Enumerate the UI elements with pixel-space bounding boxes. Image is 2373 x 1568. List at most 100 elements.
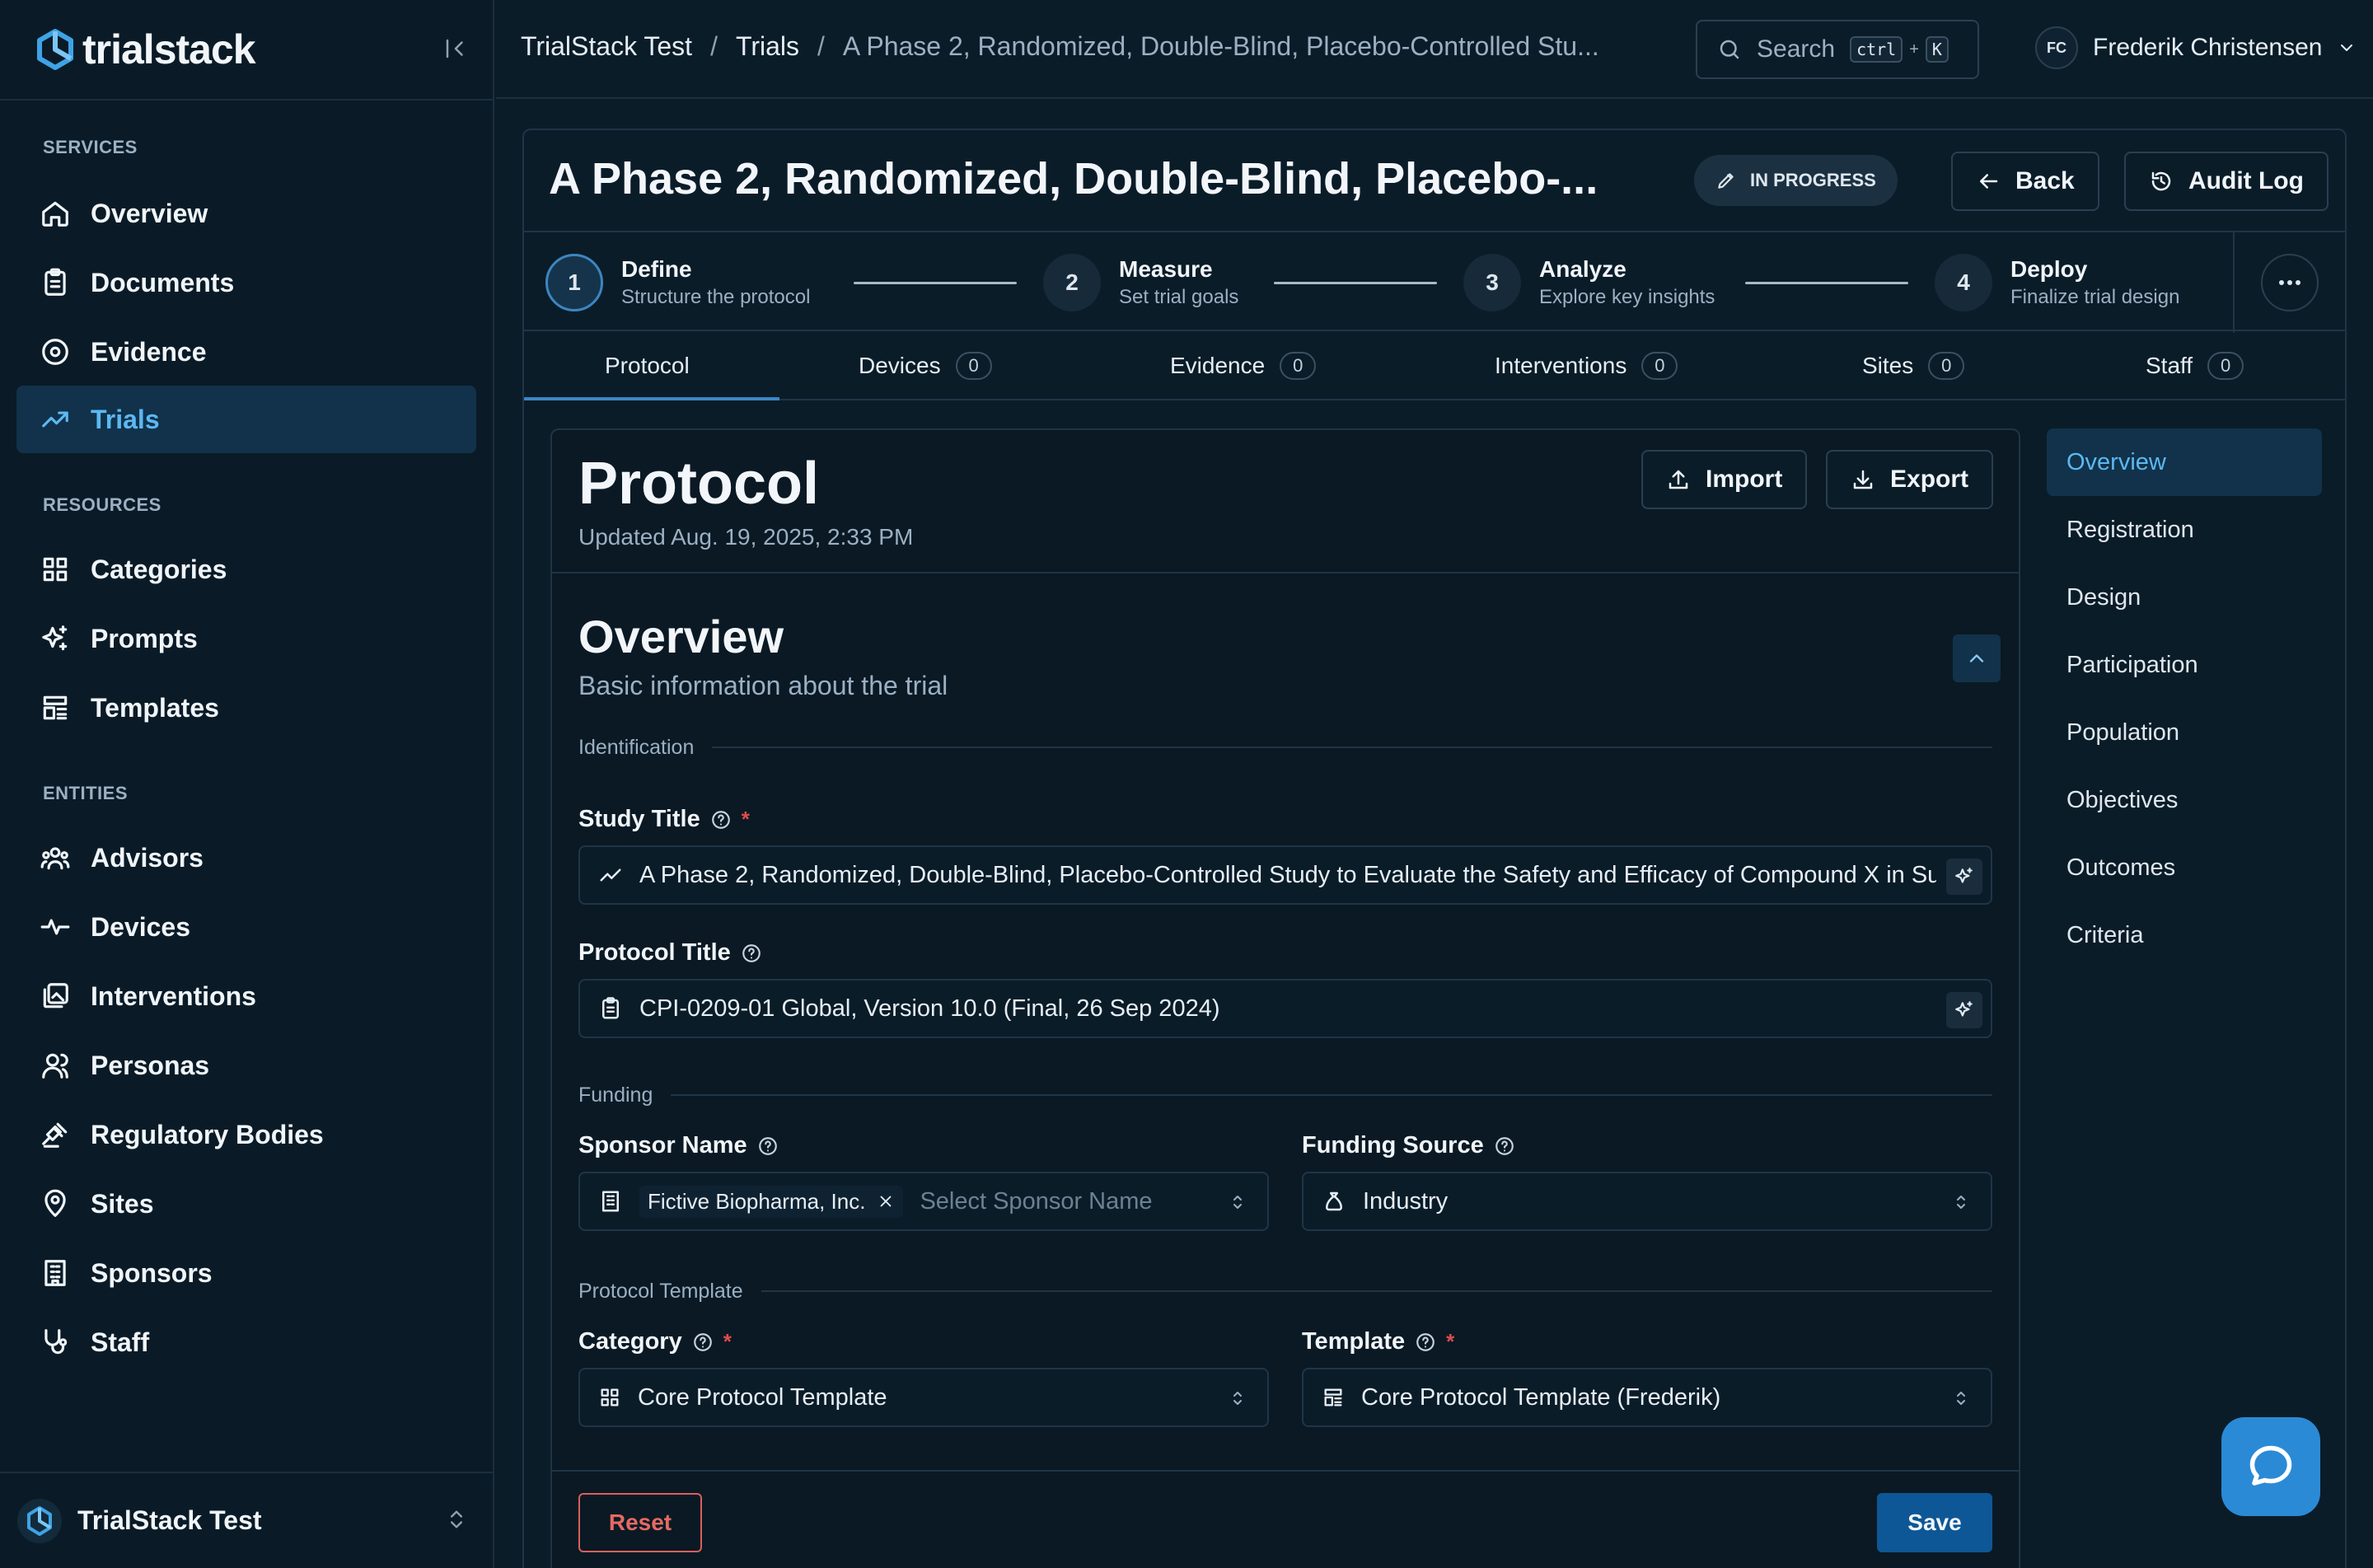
user-menu[interactable]: FC Frederik Christensen <box>2035 26 2357 69</box>
sidebar-item-label: Documents <box>91 267 235 297</box>
group-funding: Funding <box>578 1083 1992 1107</box>
toc-item-overview[interactable]: Overview <box>2047 428 2322 496</box>
tab-staff[interactable]: Staff 0 <box>2146 331 2244 400</box>
tab-label: Interventions <box>1495 353 1627 378</box>
toc-item-population[interactable]: Population <box>2047 699 2322 766</box>
sidebar-item-label: Regulatory Bodies <box>91 1119 324 1149</box>
sidebar-item-interventions[interactable]: Interventions <box>16 962 476 1030</box>
field-label: Category <box>578 1328 682 1355</box>
export-button[interactable]: Export <box>1826 450 1994 509</box>
group-label: Protocol Template <box>578 1279 743 1303</box>
section-title-resources: RESOURCES <box>43 494 161 515</box>
import-button[interactable]: Import <box>1641 450 1808 509</box>
breadcrumb: TrialStack Test / Trials / A Phase 2, Ra… <box>521 31 1599 62</box>
sidebar-item-label: Devices <box>91 911 190 942</box>
breadcrumb-trials[interactable]: Trials <box>736 31 799 62</box>
updated-timestamp: Updated Aug. 19, 2025, 2:33 PM <box>578 524 914 550</box>
tab-bar: Protocol Devices 0 Evidence 0 Intervention… <box>524 331 2345 400</box>
protocol-title-field[interactable]: CPI-0209-01 Global, Version 10.0 (Final,… <box>578 979 1992 1038</box>
step-define[interactable]: 1 Define Structure the protocol <box>545 254 810 311</box>
help-icon[interactable] <box>741 943 762 964</box>
audit-log-button[interactable]: Audit Log <box>2124 152 2329 211</box>
sidebar-item-label: Advisors <box>91 842 204 873</box>
sidebar-item-regulatory-bodies[interactable]: Regulatory Bodies <box>16 1101 476 1168</box>
tab-sites[interactable]: Sites 0 <box>1862 331 1965 400</box>
sidebar-item-templates[interactable]: Templates <box>16 674 476 742</box>
section-title: Overview <box>578 611 784 662</box>
step-measure[interactable]: 2 Measure Set trial goals <box>1043 254 1238 311</box>
category-value: Core Protocol Template <box>638 1383 887 1411</box>
tab-interventions[interactable]: Interventions 0 <box>1495 331 1678 400</box>
tab-protocol[interactable]: Protocol <box>605 331 690 400</box>
field-label: Funding Source <box>1302 1132 1484 1158</box>
reset-button[interactable]: Reset <box>578 1493 702 1552</box>
collapse-sidebar-icon[interactable] <box>443 36 468 61</box>
close-icon[interactable] <box>877 1192 895 1210</box>
workspace-switcher[interactable]: TrialStack Test <box>0 1472 494 1568</box>
funding-source-select[interactable]: Industry <box>1302 1172 1992 1231</box>
section-title-services: SERVICES <box>43 137 138 157</box>
help-icon[interactable] <box>710 809 732 831</box>
money-bag-icon <box>1326 1191 1342 1211</box>
template-select[interactable]: Core Protocol Template (Frederik) <box>1302 1368 1992 1427</box>
chevrons-updown-icon <box>1228 1386 1247 1411</box>
more-options-button[interactable] <box>2261 254 2319 311</box>
search-label: Search <box>1757 35 1836 63</box>
step-connector <box>1274 282 1437 284</box>
sidebar-item-sites[interactable]: Sites <box>16 1170 476 1238</box>
breadcrumb-workspace[interactable]: TrialStack Test <box>521 31 692 62</box>
sidebar-item-documents[interactable]: Documents <box>16 249 476 316</box>
chat-support-button[interactable] <box>2221 1417 2320 1516</box>
sidebar-item-evidence[interactable]: Evidence <box>16 318 476 386</box>
tab-label: Protocol <box>605 353 690 378</box>
topbar: TrialStack Test / Trials / A Phase 2, Ra… <box>496 0 2373 99</box>
chat-bubble-icon <box>2249 1445 2292 1486</box>
sidebar-item-label: Trials <box>91 404 160 434</box>
toc-item-criteria[interactable]: Criteria <box>2047 901 2322 969</box>
category-select[interactable]: Core Protocol Template <box>578 1368 1269 1427</box>
trial-title: A Phase 2, Randomized, Double-Blind, Pla… <box>549 154 1598 204</box>
help-icon[interactable] <box>1494 1135 1515 1157</box>
step-deploy[interactable]: 4 Deploy Finalize trial design <box>1935 254 2179 311</box>
sidebar-item-prompts[interactable]: Prompts <box>16 605 476 672</box>
step-analyze[interactable]: 3 Analyze Explore key insights <box>1463 254 1715 311</box>
save-button[interactable]: Save <box>1877 1493 1992 1552</box>
tab-evidence[interactable]: Evidence 0 <box>1170 331 1317 400</box>
step-title: Define <box>621 256 692 282</box>
toc-item-objectives[interactable]: Objectives <box>2047 766 2322 834</box>
ai-sparkles-button[interactable] <box>1946 859 1982 895</box>
sidebar-item-sponsors[interactable]: Sponsors <box>16 1239 476 1307</box>
tab-devices[interactable]: Devices 0 <box>859 331 992 400</box>
trial-panel: A Phase 2, Randomized, Double-Blind, Pla… <box>522 129 2347 1568</box>
sidebar-item-trials[interactable]: Trials <box>16 386 476 453</box>
field-label: Protocol Title <box>578 939 731 966</box>
help-icon[interactable] <box>1415 1332 1436 1353</box>
collapse-section-button[interactable] <box>1953 634 2001 682</box>
trend-icon <box>600 868 621 882</box>
study-title-field[interactable]: A Phase 2, Randomized, Double-Blind, Pla… <box>578 845 1992 905</box>
help-icon[interactable] <box>757 1135 779 1157</box>
ai-sparkles-button[interactable] <box>1946 992 1982 1028</box>
search-button[interactable]: Search ctrl + K <box>1696 20 1979 79</box>
status-badge[interactable]: IN PROGRESS <box>1694 155 1898 206</box>
toc-item-registration[interactable]: Registration <box>2047 496 2322 564</box>
help-icon[interactable] <box>692 1332 714 1353</box>
sidebar-item-advisors[interactable]: Advisors <box>16 824 476 892</box>
sponsor-chip: Fictive Biopharma, Inc. <box>639 1185 904 1218</box>
sidebar-item-categories[interactable]: Categories <box>16 536 476 603</box>
tab-count: 0 <box>1928 352 1965 380</box>
sidebar-item-personas[interactable]: Personas <box>16 1032 476 1099</box>
back-button[interactable]: Back <box>1951 152 2099 211</box>
step-number: 2 <box>1043 254 1101 311</box>
brand[interactable]: trialstack <box>36 25 256 74</box>
toc-item-design[interactable]: Design <box>2047 564 2322 631</box>
toc-item-outcomes[interactable]: Outcomes <box>2047 834 2322 901</box>
sidebar-item-overview[interactable]: Overview <box>16 180 476 247</box>
clipboard-icon <box>44 268 66 296</box>
clipboard-icon <box>602 997 619 1019</box>
toc-item-participation[interactable]: Participation <box>2047 631 2322 699</box>
sponsor-name-select[interactable]: Fictive Biopharma, Inc. Select Sponsor N… <box>578 1172 1269 1231</box>
sidebar-item-staff[interactable]: Staff <box>16 1308 476 1376</box>
step-connector <box>1745 282 1908 284</box>
sidebar-item-devices[interactable]: Devices <box>16 893 476 961</box>
